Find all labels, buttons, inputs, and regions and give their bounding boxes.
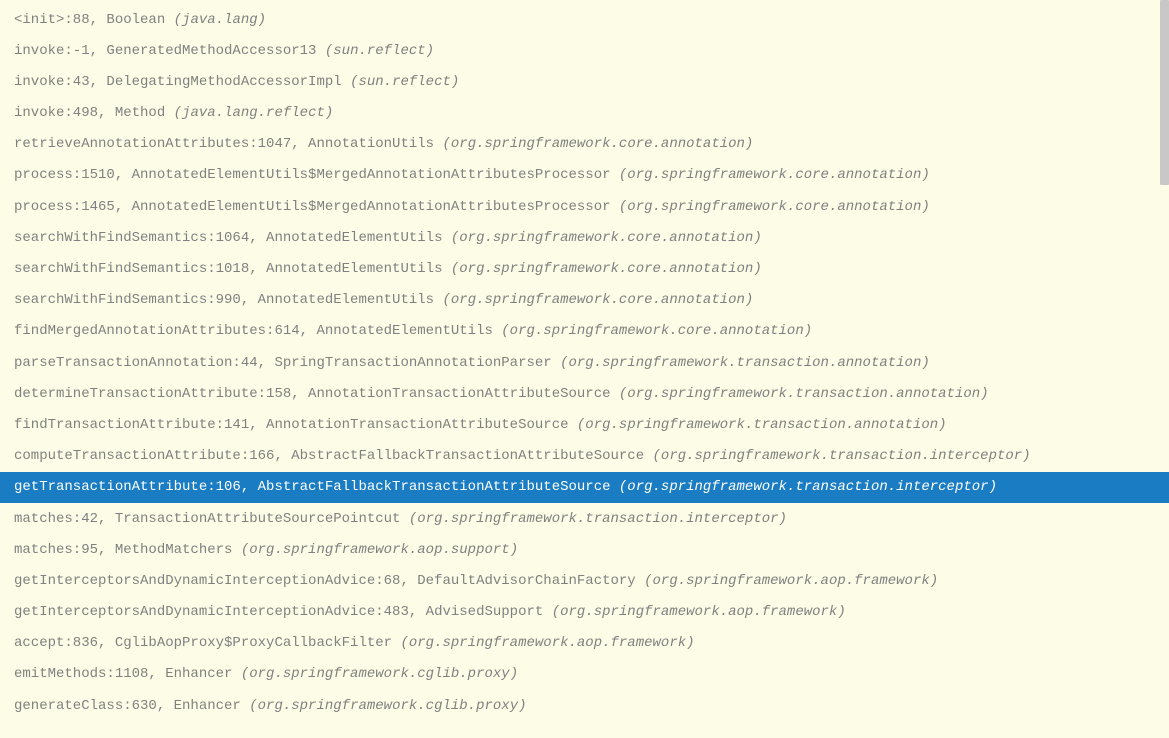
frame-main-text: <init>:88, Boolean (14, 12, 174, 28)
stack-frame-row[interactable]: <init>:88, Boolean (java.lang) (0, 4, 1169, 35)
stack-frame-row[interactable]: emitMethods:1108, Enhancer (org.springfr… (0, 659, 1169, 690)
frame-main-text: process:1465, AnnotatedElementUtils$Merg… (14, 199, 619, 215)
stack-frame-row[interactable]: searchWithFindSemantics:1018, AnnotatedE… (0, 254, 1169, 285)
frame-package-text: (org.springframework.core.annotation) (501, 323, 812, 339)
stack-frame-row[interactable]: searchWithFindSemantics:990, AnnotatedEl… (0, 285, 1169, 316)
frame-package-text: (org.springframework.core.annotation) (451, 230, 762, 246)
frame-main-text: getInterceptorsAndDynamicInterceptionAdv… (14, 604, 552, 620)
frame-main-text: findTransactionAttribute:141, Annotation… (14, 417, 577, 433)
frames-list: <init>:88, Boolean (java.lang)invoke:-1,… (0, 4, 1169, 721)
frame-package-text: (org.springframework.transaction.interce… (619, 479, 997, 495)
stack-frame-row[interactable]: retrieveAnnotationAttributes:1047, Annot… (0, 129, 1169, 160)
frame-main-text: getInterceptorsAndDynamicInterceptionAdv… (14, 573, 644, 589)
frame-package-text: (java.lang) (174, 12, 266, 28)
stack-frame-row[interactable]: process:1510, AnnotatedElementUtils$Merg… (0, 160, 1169, 191)
frame-package-text: (org.springframework.core.annotation) (619, 199, 930, 215)
frame-main-text: parseTransactionAnnotation:44, SpringTra… (14, 355, 560, 371)
frame-package-text: (org.springframework.transaction.annotat… (577, 417, 947, 433)
frame-main-text: invoke:498, Method (14, 105, 174, 121)
frame-package-text: (org.springframework.transaction.interce… (409, 511, 787, 527)
frame-package-text: (org.springframework.transaction.interce… (653, 448, 1031, 464)
frame-main-text: searchWithFindSemantics:1018, AnnotatedE… (14, 261, 451, 277)
frame-package-text: (java.lang.reflect) (174, 105, 334, 121)
frame-main-text: searchWithFindSemantics:990, AnnotatedEl… (14, 292, 442, 308)
frame-main-text: findMergedAnnotationAttributes:614, Anno… (14, 323, 501, 339)
stack-frame-row[interactable]: searchWithFindSemantics:1064, AnnotatedE… (0, 222, 1169, 253)
stack-frame-row[interactable]: getTransactionAttribute:106, AbstractFal… (0, 472, 1169, 503)
stack-frame-row[interactable]: invoke:43, DelegatingMethodAccessorImpl … (0, 66, 1169, 97)
stack-frame-row[interactable]: invoke:-1, GeneratedMethodAccessor13 (su… (0, 35, 1169, 66)
frame-package-text: (sun.reflect) (325, 43, 434, 59)
frame-package-text: (org.springframework.core.annotation) (442, 292, 753, 308)
frame-main-text: matches:42, TransactionAttributeSourcePo… (14, 511, 409, 527)
stack-frame-row[interactable]: matches:42, TransactionAttributeSourcePo… (0, 503, 1169, 534)
stack-trace-panel: <init>:88, Boolean (java.lang)invoke:-1,… (0, 0, 1169, 738)
frame-main-text: accept:836, CglibAopProxy$ProxyCallbackF… (14, 635, 400, 651)
frame-package-text: (org.springframework.transaction.annotat… (619, 386, 989, 402)
scrollbar-thumb[interactable] (1160, 0, 1169, 185)
stack-frame-row[interactable]: matches:95, MethodMatchers (org.springfr… (0, 534, 1169, 565)
frame-package-text: (org.springframework.aop.framework) (644, 573, 938, 589)
frame-main-text: emitMethods:1108, Enhancer (14, 666, 241, 682)
stack-frame-row[interactable]: generateClass:630, Enhancer (org.springf… (0, 690, 1169, 721)
stack-frame-row[interactable]: getInterceptorsAndDynamicInterceptionAdv… (0, 565, 1169, 596)
frame-package-text: (org.springframework.core.annotation) (442, 136, 753, 152)
frame-package-text: (org.springframework.aop.framework) (552, 604, 846, 620)
frame-main-text: invoke:43, DelegatingMethodAccessorImpl (14, 74, 350, 90)
stack-frame-row[interactable]: getInterceptorsAndDynamicInterceptionAdv… (0, 597, 1169, 628)
frame-package-text: (org.springframework.core.annotation) (451, 261, 762, 277)
frame-package-text: (org.springframework.aop.support) (241, 542, 518, 558)
stack-frame-row[interactable]: parseTransactionAnnotation:44, SpringTra… (0, 347, 1169, 378)
frame-main-text: process:1510, AnnotatedElementUtils$Merg… (14, 167, 619, 183)
frame-main-text: searchWithFindSemantics:1064, AnnotatedE… (14, 230, 451, 246)
frame-main-text: retrieveAnnotationAttributes:1047, Annot… (14, 136, 442, 152)
frame-main-text: determineTransactionAttribute:158, Annot… (14, 386, 619, 402)
frame-package-text: (org.springframework.transaction.annotat… (560, 355, 930, 371)
frame-main-text: invoke:-1, GeneratedMethodAccessor13 (14, 43, 325, 59)
frame-main-text: getTransactionAttribute:106, AbstractFal… (14, 479, 619, 495)
stack-frame-row[interactable]: computeTransactionAttribute:166, Abstrac… (0, 441, 1169, 472)
stack-frame-row[interactable]: invoke:498, Method (java.lang.reflect) (0, 98, 1169, 129)
stack-frame-row[interactable]: process:1465, AnnotatedElementUtils$Merg… (0, 191, 1169, 222)
frame-main-text: computeTransactionAttribute:166, Abstrac… (14, 448, 653, 464)
stack-frame-row[interactable]: findTransactionAttribute:141, Annotation… (0, 409, 1169, 440)
frame-package-text: (org.springframework.core.annotation) (619, 167, 930, 183)
frame-package-text: (org.springframework.cglib.proxy) (241, 666, 518, 682)
frame-package-text: (sun.reflect) (350, 74, 459, 90)
stack-frame-row[interactable]: accept:836, CglibAopProxy$ProxyCallbackF… (0, 628, 1169, 659)
frame-main-text: matches:95, MethodMatchers (14, 542, 241, 558)
stack-frame-row[interactable]: findMergedAnnotationAttributes:614, Anno… (0, 316, 1169, 347)
frame-package-text: (org.springframework.cglib.proxy) (249, 698, 526, 714)
stack-frame-row[interactable]: determineTransactionAttribute:158, Annot… (0, 378, 1169, 409)
frame-package-text: (org.springframework.aop.framework) (400, 635, 694, 651)
frame-main-text: generateClass:630, Enhancer (14, 698, 249, 714)
